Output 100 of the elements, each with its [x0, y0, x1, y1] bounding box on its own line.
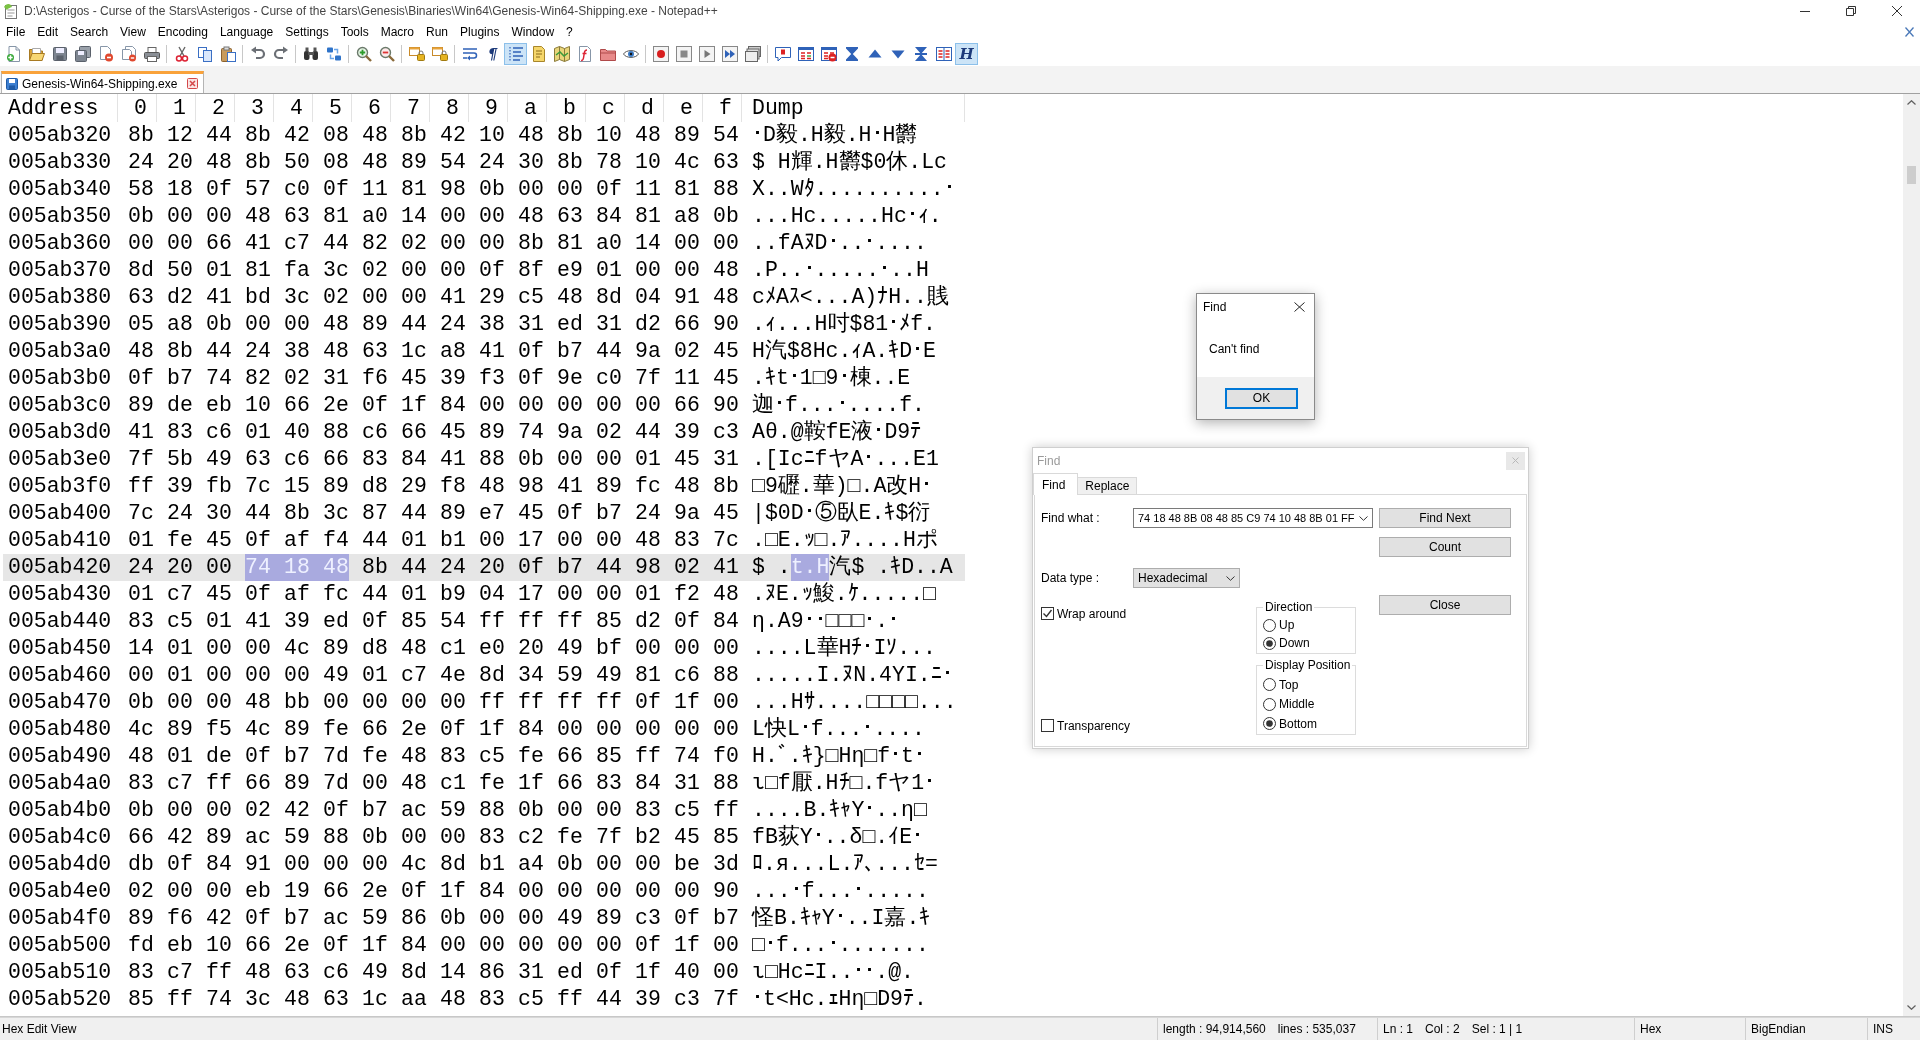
address-cell-text: 005ab4c0 — [7, 824, 113, 851]
hex-cell-text: 41 — [440, 446, 467, 473]
hex-cell-text: 84 — [596, 203, 623, 230]
hex-cell-text: 81 — [401, 176, 428, 203]
radio-button[interactable] — [1263, 678, 1276, 692]
hex-cell-text: 74 — [206, 986, 233, 1013]
radio-label[interactable]: Up — [1279, 618, 1295, 632]
hex-cell-text: 01 — [401, 581, 428, 608]
hex-cell-text: 8b — [167, 338, 194, 365]
menu-item[interactable]: Run — [420, 22, 455, 42]
hex-cell-text: f8 — [440, 473, 467, 500]
radio-label[interactable]: Bottom — [1279, 716, 1317, 731]
menu-item[interactable]: Language — [213, 22, 280, 42]
hex-cell-text: 01 — [128, 581, 155, 608]
radio-label[interactable]: Down — [1279, 636, 1310, 650]
hex-cell-text: 00 — [596, 581, 623, 608]
checkbox[interactable] — [1041, 719, 1054, 732]
hex-cell-text: 00 — [167, 797, 194, 824]
hex-cell-text: 85 — [596, 743, 623, 770]
radio-button[interactable] — [1263, 717, 1276, 731]
hex-cell-text: 81 — [635, 662, 662, 689]
hex-cell-text: 0f — [635, 689, 662, 716]
ok-button[interactable]: OK — [1225, 387, 1298, 409]
dialog-button[interactable]: Close — [1379, 595, 1511, 615]
hex-cell-text: 02 — [323, 284, 350, 311]
vertical-scrollbar[interactable] — [1903, 94, 1920, 1016]
hourglass-bar-icon — [912, 46, 929, 62]
checkbox-label[interactable]: Transparency — [1057, 718, 1130, 733]
dialog-button[interactable]: Find Next — [1379, 508, 1511, 528]
dump-cell-text: □9礰.華)□.A改H･ — [752, 473, 934, 500]
dialog-tab[interactable]: Find — [1033, 473, 1079, 495]
radio-label[interactable]: Top — [1279, 677, 1299, 692]
hex-cell-text: 41 — [440, 284, 467, 311]
menu-item[interactable]: Plugins — [454, 22, 506, 42]
hex-cell-text: a0 — [362, 203, 389, 230]
address-cell-text: 005ab490 — [7, 743, 113, 770]
chevron-down-icon[interactable] — [1907, 1005, 1916, 1010]
hex-cell-text: 45 — [713, 365, 740, 392]
close-icon[interactable] — [1294, 302, 1305, 312]
hex-cell-text: eb — [245, 878, 272, 905]
dump-cell-text: ....L華Hﾁ･Iｿ... — [752, 635, 938, 662]
hex-cell-text: 11 — [635, 176, 662, 203]
hex-cell-text: 01 — [596, 257, 623, 284]
address-cell-text: 005ab4b0 — [7, 797, 113, 824]
hex-cell-text: c0 — [596, 365, 623, 392]
menu-item[interactable]: ? — [560, 22, 579, 42]
hex-cell-text: ff — [557, 986, 584, 1013]
chevron-up-icon[interactable] — [1907, 100, 1916, 105]
menu-item[interactable]: File — [0, 22, 32, 42]
document-tab[interactable]: Genesis-Win64-Shipping.exe — [1, 71, 205, 93]
hex-cell-text: 7c — [245, 473, 272, 500]
hex-cell-text: 88 — [713, 176, 740, 203]
toolbar-button[interactable]: H — [955, 43, 978, 65]
menu-item[interactable]: Window — [505, 22, 561, 42]
hex-cell-text: 89 — [596, 473, 623, 500]
hex-cell-text: 4c — [128, 716, 155, 743]
hex-cell-text: 00 — [206, 797, 233, 824]
hex-cell-text: 31 — [518, 311, 545, 338]
find-what-combo[interactable]: 74 18 48 8B 08 48 85 C9 74 10 48 8B 01 FF — [1133, 508, 1373, 528]
hex-cell-text: 00 — [362, 689, 389, 716]
hex-cell-text: 08 — [323, 122, 350, 149]
hex-cell-text: 02 — [128, 878, 155, 905]
radio-button[interactable] — [1263, 636, 1276, 650]
radio-button[interactable] — [1263, 618, 1276, 632]
radio-button[interactable] — [1263, 697, 1276, 711]
hex-cell-text: b7 — [167, 365, 194, 392]
hex-cell-text: 89 — [206, 824, 233, 851]
hex-cell-text: 66 — [323, 878, 350, 905]
scrollbar-thumb[interactable] — [1907, 166, 1916, 184]
hex-cell-text: 44 — [206, 338, 233, 365]
menu-item[interactable]: Edit — [31, 22, 65, 42]
hex-cell-text: 48 — [713, 284, 740, 311]
menu-item[interactable]: Macro — [374, 22, 420, 42]
column-header: a — [508, 94, 547, 122]
hex-cell-text: 00 — [245, 662, 272, 689]
menu-item[interactable]: View — [114, 22, 152, 42]
dialog-button[interactable]: Count — [1379, 537, 1511, 557]
hex-cell-text: 00 — [518, 878, 545, 905]
menu-item[interactable]: Encoding — [151, 22, 214, 42]
menu-item[interactable]: Settings — [279, 22, 335, 42]
toolbar-button[interactable]: ¶ — [481, 43, 504, 65]
hex-cell-text: f6 — [362, 365, 389, 392]
address-cell-text: 005ab430 — [7, 581, 113, 608]
hex-cell-text: b7 — [557, 338, 584, 365]
hex-cell-text: 0b — [713, 203, 740, 230]
hex-cell-text: 4c — [674, 149, 701, 176]
hex-cell-text: 00 — [323, 689, 350, 716]
hex-cell-text: 01 — [206, 608, 233, 635]
checkbox[interactable] — [1041, 607, 1054, 620]
menu-item[interactable]: Tools — [334, 22, 375, 42]
checkbox-label[interactable]: Wrap around — [1057, 606, 1127, 621]
data-type-dropdown[interactable]: Hexadecimal — [1133, 568, 1240, 588]
hex-cell-text: 48 — [674, 473, 701, 500]
hex-cell-text: 83 — [128, 770, 155, 797]
hex-cell-text: 24 — [245, 338, 272, 365]
menu-item[interactable]: Search — [64, 22, 115, 42]
radio-label[interactable]: Middle — [1279, 697, 1315, 712]
dialog-tab[interactable]: Replace — [1077, 477, 1138, 494]
hex-cell-text: 0f — [245, 743, 272, 770]
hex-cell-text: 48 — [635, 527, 662, 554]
